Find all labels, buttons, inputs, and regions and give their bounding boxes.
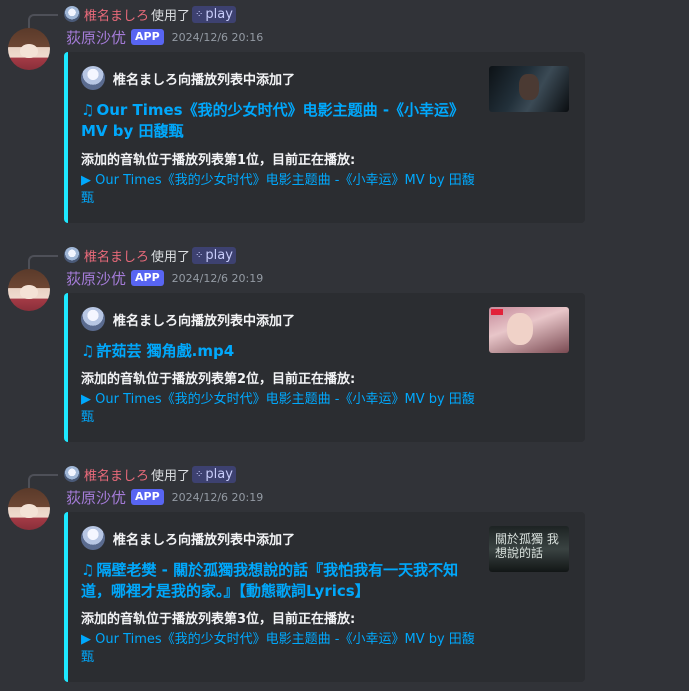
embed: 椎名ましろ向播放列表中添加了 ♫ 許茹芸 獨角戲.mp4 添加的音轨位于播放列表第… bbox=[64, 293, 585, 442]
field-name: 添加的音轨位于播放列表第1位，目前正在播放: bbox=[81, 153, 356, 168]
embed-author: 椎名ましろ向播放列表中添加了 bbox=[81, 66, 295, 90]
embed-thumbnail[interactable]: 關於孤獨 我想說的話 bbox=[489, 526, 569, 572]
avatar[interactable] bbox=[8, 28, 50, 70]
embed-title[interactable]: ♫ Our Times《我的少女时代》电影主题曲 -《小幸运》MV by 田馥甄 bbox=[81, 100, 476, 142]
embed-author-text: 椎名ましろ向播放列表中添加了 bbox=[113, 313, 296, 329]
embed-title[interactable]: ♫ 隔壁老樊 - 關於孤獨我想說的話『我怕我有一天我不知道，哪裡才是我的家。』【動… bbox=[81, 560, 476, 602]
thumbnail-text: 關於孤獨 我想說的話 bbox=[495, 532, 559, 560]
app-badge: APP bbox=[131, 29, 164, 45]
command-name: play bbox=[205, 247, 233, 263]
reply-connector bbox=[28, 255, 58, 269]
field-value[interactable]: ▶ Our Times《我的少女时代》电影主题曲 -《小幸运》MV by 田馥甄 bbox=[81, 391, 481, 427]
music-note-icon: ♫ bbox=[81, 342, 95, 360]
embed-author-icon bbox=[81, 66, 105, 90]
embed-title-text[interactable]: 隔壁老樊 - 關於孤獨我想說的話『我怕我有一天我不知道，哪裡才是我的家。』【動態… bbox=[81, 561, 458, 600]
username[interactable]: 荻原沙优 bbox=[66, 27, 126, 48]
reply-username[interactable]: 椎名ましろ bbox=[84, 465, 149, 484]
embed-author-icon bbox=[81, 526, 105, 550]
command-name: play bbox=[205, 6, 233, 22]
embed-author-text: 椎名ましろ向播放列表中添加了 bbox=[113, 72, 296, 88]
field-value[interactable]: ▶ Our Times《我的少女时代》电影主题曲 -《小幸运》MV by 田馥甄 bbox=[81, 172, 481, 208]
timestamp[interactable]: 2024/12/6 20:19 bbox=[172, 491, 264, 504]
message: 椎名ましろ 使用了 ⁘ play 荻原沙优 APP 2024/12/6 20:19… bbox=[0, 241, 689, 446]
embed-author: 椎名ましろ向播放列表中添加了 bbox=[81, 307, 295, 331]
command-chip[interactable]: ⁘ play bbox=[192, 465, 236, 483]
timestamp[interactable]: 2024/12/6 20:16 bbox=[172, 31, 264, 44]
command-chip[interactable]: ⁘ play bbox=[192, 246, 236, 264]
timestamp[interactable]: 2024/12/6 20:19 bbox=[172, 272, 264, 285]
embed-title[interactable]: ♫ 許茹芸 獨角戲.mp4 bbox=[81, 341, 476, 362]
reply-verb: 使用了 bbox=[151, 8, 191, 24]
embed-thumbnail[interactable] bbox=[489, 66, 569, 112]
message-header: 荻原沙优 APP 2024/12/6 20:19 bbox=[66, 267, 263, 289]
message-header: 荻原沙优 APP 2024/12/6 20:19 bbox=[66, 486, 263, 508]
embed: 椎名ましろ向播放列表中添加了 ♫ 隔壁老樊 - 關於孤獨我想說的話『我怕我有一天我… bbox=[64, 512, 585, 682]
embed-author-icon bbox=[81, 307, 105, 331]
message-header: 荻原沙优 APP 2024/12/6 20:16 bbox=[66, 26, 263, 48]
reply-username[interactable]: 椎名ましろ bbox=[84, 246, 149, 265]
app-badge: APP bbox=[131, 270, 164, 286]
reply-reference[interactable]: 椎名ましろ 使用了 ⁘ play bbox=[64, 465, 236, 484]
reply-reference[interactable]: 椎名ましろ 使用了 ⁘ play bbox=[64, 5, 236, 24]
app-command-icon: ⁘ bbox=[195, 468, 203, 480]
command-name: play bbox=[205, 466, 233, 482]
music-note-icon: ♫ bbox=[81, 561, 95, 579]
reply-connector bbox=[28, 474, 58, 488]
field-name: 添加的音轨位于播放列表第2位，目前正在播放: bbox=[81, 372, 356, 387]
message: 椎名ましろ 使用了 ⁘ play 荻原沙优 APP 2024/12/6 20:16… bbox=[0, 0, 689, 225]
music-note-icon: ♫ bbox=[81, 101, 95, 119]
reply-connector bbox=[28, 14, 58, 28]
app-command-icon: ⁘ bbox=[195, 249, 203, 261]
app-badge: APP bbox=[131, 489, 164, 505]
field-name: 添加的音轨位于播放列表第3位，目前正在播放: bbox=[81, 612, 356, 627]
username[interactable]: 荻原沙优 bbox=[66, 487, 126, 508]
reply-avatar[interactable] bbox=[64, 6, 80, 22]
field-value[interactable]: ▶ Our Times《我的少女时代》电影主题曲 -《小幸运》MV by 田馥甄 bbox=[81, 631, 481, 667]
reply-avatar[interactable] bbox=[64, 247, 80, 263]
command-chip[interactable]: ⁘ play bbox=[192, 5, 236, 23]
avatar[interactable] bbox=[8, 488, 50, 530]
embed-title-text[interactable]: 許茹芸 獨角戲.mp4 bbox=[96, 342, 234, 360]
message: 椎名ましろ 使用了 ⁘ play 荻原沙优 APP 2024/12/6 20:19… bbox=[0, 460, 689, 691]
reply-verb: 使用了 bbox=[151, 468, 191, 484]
embed-thumbnail[interactable] bbox=[489, 307, 569, 353]
reply-avatar[interactable] bbox=[64, 466, 80, 482]
reply-verb: 使用了 bbox=[151, 249, 191, 265]
username[interactable]: 荻原沙优 bbox=[66, 268, 126, 289]
embed-author-text: 椎名ましろ向播放列表中添加了 bbox=[113, 532, 296, 548]
embed: 椎名ましろ向播放列表中添加了 ♫ Our Times《我的少女时代》电影主题曲 -… bbox=[64, 52, 585, 223]
app-command-icon: ⁘ bbox=[195, 8, 203, 20]
reply-reference[interactable]: 椎名ましろ 使用了 ⁘ play bbox=[64, 246, 236, 265]
avatar[interactable] bbox=[8, 269, 50, 311]
embed-author: 椎名ましろ向播放列表中添加了 bbox=[81, 526, 295, 550]
embed-title-text[interactable]: Our Times《我的少女时代》电影主题曲 -《小幸运》MV by 田馥甄 bbox=[81, 101, 464, 140]
reply-username[interactable]: 椎名ましろ bbox=[84, 5, 149, 24]
